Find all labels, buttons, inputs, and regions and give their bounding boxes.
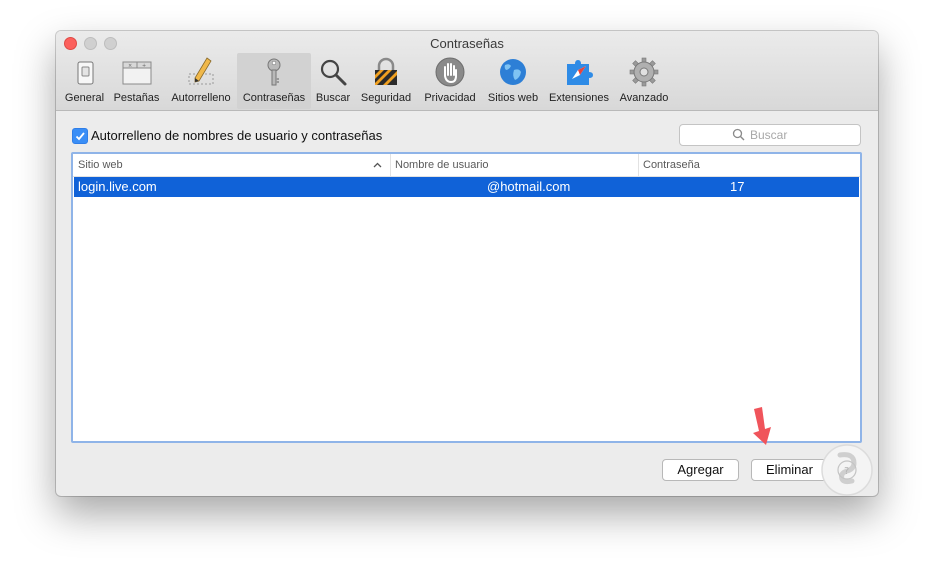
svg-text:+: +: [142, 63, 146, 69]
svg-text:?: ?: [844, 466, 849, 477]
tab-label: Avanzado: [619, 92, 669, 104]
lock-icon: [375, 57, 397, 85]
tab-label: Seguridad: [360, 92, 412, 104]
magnifier-icon: [320, 59, 347, 86]
sort-ascending-icon[interactable]: [373, 162, 382, 168]
search-placeholder: Buscar: [750, 128, 788, 142]
svg-text:×: ×: [128, 63, 132, 69]
checkmark-icon: [75, 132, 85, 141]
tab-label: Pestañas: [113, 92, 160, 104]
watermark-logo: ?: [821, 444, 873, 496]
column-header-site[interactable]: Sitio web: [78, 154, 378, 176]
tab-autofill[interactable]: Autorrelleno: [167, 53, 235, 109]
remove-button[interactable]: Eliminar: [751, 459, 828, 481]
tab-label: Sitios web: [487, 92, 539, 104]
search-icon: [732, 128, 745, 141]
pencil-icon: [188, 57, 214, 85]
puzzle-icon: [567, 60, 593, 85]
tab-tabs[interactable]: × + Pestañas: [111, 53, 162, 109]
column-header-username[interactable]: Nombre de usuario: [390, 154, 640, 176]
cell-username: @hotmail.com: [487, 179, 571, 194]
switch-icon: [77, 61, 93, 85]
tab-security[interactable]: Seguridad: [358, 53, 414, 109]
search-input[interactable]: Buscar: [679, 124, 861, 146]
autofill-label: Autorrelleno de nombres de usuario y con…: [91, 128, 383, 143]
tab-label: Contraseñas: [242, 92, 306, 104]
autofill-checkbox[interactable]: [72, 128, 88, 144]
arrow-pointer-icon: [753, 407, 771, 445]
tab-websites[interactable]: Sitios web: [483, 53, 543, 109]
table-header: Sitio web Nombre de usuario Contraseña: [73, 154, 860, 177]
tab-extensions[interactable]: Extensiones: [546, 53, 612, 109]
table-row[interactable]: login.live.com @hotmail.com 17: [74, 177, 859, 197]
cell-site: login.live.com: [78, 179, 157, 194]
globe-icon: [500, 59, 526, 85]
tab-label: Autorrelleno: [171, 92, 231, 104]
tab-advanced[interactable]: Avanzado: [616, 53, 672, 109]
tab-label: Extensiones: [549, 92, 609, 104]
add-button[interactable]: Agregar: [662, 459, 739, 481]
key-icon: [267, 58, 281, 86]
window-title: Contraseñas: [430, 36, 504, 51]
tab-privacy[interactable]: Privacidad: [420, 53, 480, 109]
tab-label: General: [64, 92, 105, 104]
tab-label: Privacidad: [424, 92, 476, 104]
tab-label: Buscar: [315, 92, 351, 104]
tab-search[interactable]: Buscar: [313, 53, 353, 109]
toolbar: Contraseñas General × + Pestañas Autorre…: [56, 31, 878, 111]
cell-password: 17: [730, 179, 745, 194]
passwords-table[interactable]: Sitio web Nombre de usuario Contraseña l…: [71, 152, 862, 443]
column-header-password[interactable]: Contraseña: [638, 154, 853, 176]
tab-passwords[interactable]: Contraseñas: [237, 53, 311, 109]
gear-icon: [629, 57, 659, 87]
tabs-icon: × +: [122, 61, 151, 85]
tab-general[interactable]: General: [62, 53, 107, 109]
hand-icon: [435, 57, 465, 87]
